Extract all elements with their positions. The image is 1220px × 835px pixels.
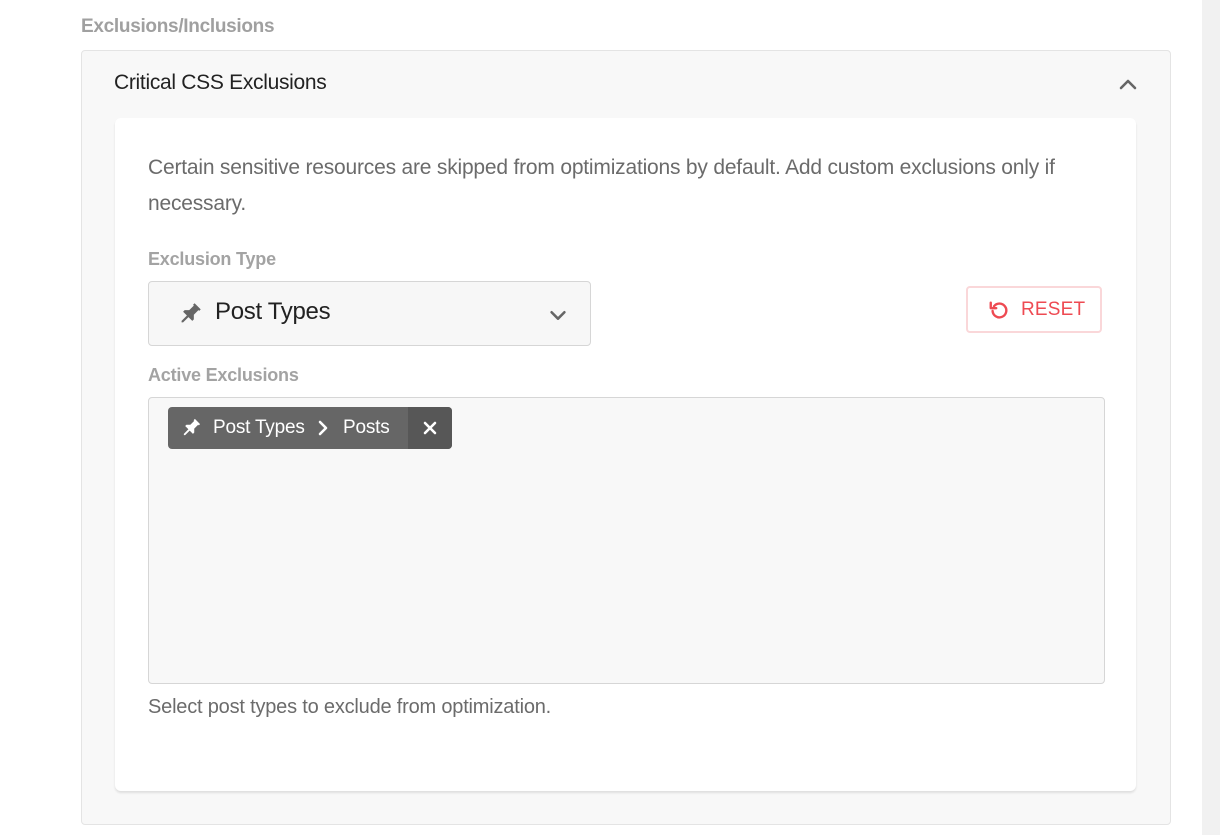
- chevron-up-icon[interactable]: [1116, 73, 1140, 97]
- close-icon: [423, 421, 437, 435]
- exclusion-tag-group: Post Types: [213, 417, 305, 438]
- exclusion-tag: Post Types Posts: [168, 407, 452, 449]
- pin-icon: [177, 301, 203, 327]
- chevron-right-icon: [316, 420, 330, 436]
- reset-button[interactable]: RESET: [966, 286, 1102, 333]
- settings-card: Certain sensitive resources are skipped …: [115, 118, 1136, 791]
- active-exclusions-box[interactable]: Post Types Posts: [148, 397, 1105, 684]
- exclusion-tag-value: Posts: [343, 417, 390, 438]
- active-exclusions-label: Active Exclusions: [148, 365, 299, 385]
- undo-icon: [988, 299, 1010, 321]
- accordion-critical-css-exclusions: Critical CSS Exclusions Certain sensitiv…: [81, 50, 1171, 825]
- reset-button-label: RESET: [1021, 299, 1086, 320]
- pin-icon: [180, 417, 202, 439]
- chevron-down-icon: [547, 304, 569, 326]
- remove-tag-button[interactable]: [408, 407, 452, 449]
- helper-text: Select post types to exclude from optimi…: [148, 696, 552, 718]
- exclusion-type-value: Post Types: [215, 298, 331, 325]
- section-heading: Exclusions/Inclusions: [81, 16, 275, 37]
- accordion-title: Critical CSS Exclusions: [114, 71, 327, 94]
- description-text: Certain sensitive resources are skipped …: [148, 156, 1055, 215]
- exclusion-type-label: Exclusion Type: [148, 249, 276, 269]
- scrollbar-track[interactable]: [1202, 0, 1220, 835]
- exclusion-type-select[interactable]: Post Types: [148, 281, 591, 346]
- exclusion-tag-body: Post Types Posts: [168, 407, 408, 449]
